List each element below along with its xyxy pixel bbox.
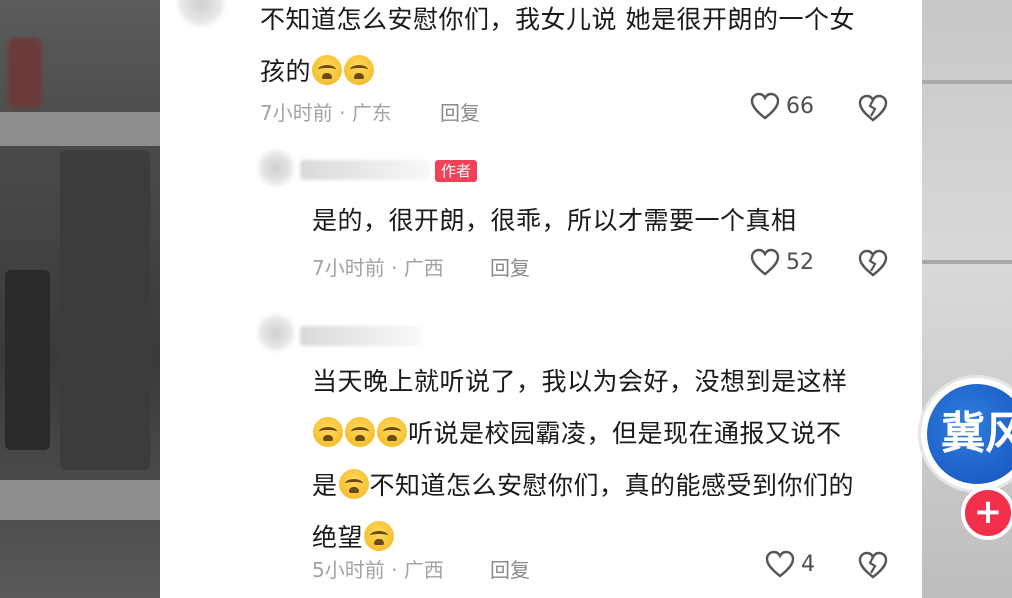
heart-outline-icon xyxy=(750,92,780,120)
comment-text: 是的，很开朗，很乖，所以才需要一个真相 xyxy=(312,206,797,235)
background-stripe xyxy=(922,260,1012,264)
like-count: 4 xyxy=(801,551,815,577)
crying-face-emoji-icon xyxy=(344,55,375,85)
background-shelf xyxy=(0,480,160,520)
background-stripe xyxy=(922,80,1012,84)
avatar[interactable] xyxy=(178,0,224,26)
comment-text: 不知道怎么安慰你们，我女儿说 她是很开朗的一个女 孩的 xyxy=(260,5,855,86)
crying-face-emoji-icon xyxy=(313,417,343,447)
logo-text: 冀风 xyxy=(927,384,1012,484)
crying-face-emoji-icon xyxy=(345,417,375,447)
crying-face-emoji-icon xyxy=(377,417,407,447)
crying-face-emoji-icon xyxy=(312,55,343,85)
background-shelf xyxy=(0,112,160,146)
like-button[interactable]: 52 xyxy=(750,248,814,276)
reply-button[interactable]: 回复 xyxy=(490,554,530,583)
background-blur-shape xyxy=(60,150,150,470)
comment-panel: 不知道怎么安慰你们，我女儿说 她是很开朗的一个女 孩的 7小时前 · 广东 回复… xyxy=(160,0,922,598)
broken-heart-icon xyxy=(858,94,888,122)
broken-heart-icon xyxy=(858,249,888,277)
background-blur-shape xyxy=(5,270,50,450)
comment-text: 当天晚上就听说了，我以为会好，没想到是这样 听说是校园霸凌，但是现在通报又说不 … xyxy=(312,367,855,552)
reply-button[interactable]: 回复 xyxy=(440,97,480,126)
avatar[interactable] xyxy=(258,315,294,351)
background-blur-shape xyxy=(8,38,42,108)
heart-outline-icon xyxy=(750,248,780,276)
author-badge: 作者 xyxy=(435,160,478,182)
follow-button[interactable]: + xyxy=(961,486,1012,540)
heart-outline-icon xyxy=(765,550,795,578)
like-count: 52 xyxy=(786,249,814,275)
avatar[interactable] xyxy=(258,150,294,186)
comment-meta: 7小时前 · 广西 xyxy=(312,256,444,280)
username[interactable] xyxy=(300,160,430,180)
username[interactable] xyxy=(300,326,420,346)
like-button[interactable]: 4 xyxy=(765,550,815,578)
dislike-button[interactable] xyxy=(858,94,888,126)
like-count: 66 xyxy=(786,93,814,119)
dislike-button[interactable] xyxy=(858,551,888,583)
dislike-button[interactable] xyxy=(858,249,888,281)
comment-meta: 5小时前 · 广西 xyxy=(312,558,444,582)
crying-face-emoji-icon xyxy=(364,521,395,551)
like-button[interactable]: 66 xyxy=(750,92,814,120)
broken-heart-icon xyxy=(858,551,888,579)
crying-face-emoji-icon xyxy=(338,469,369,499)
background-video-left xyxy=(0,0,160,598)
reply-button[interactable]: 回复 xyxy=(490,252,530,281)
comment-meta: 7小时前 · 广东 xyxy=(260,101,392,125)
